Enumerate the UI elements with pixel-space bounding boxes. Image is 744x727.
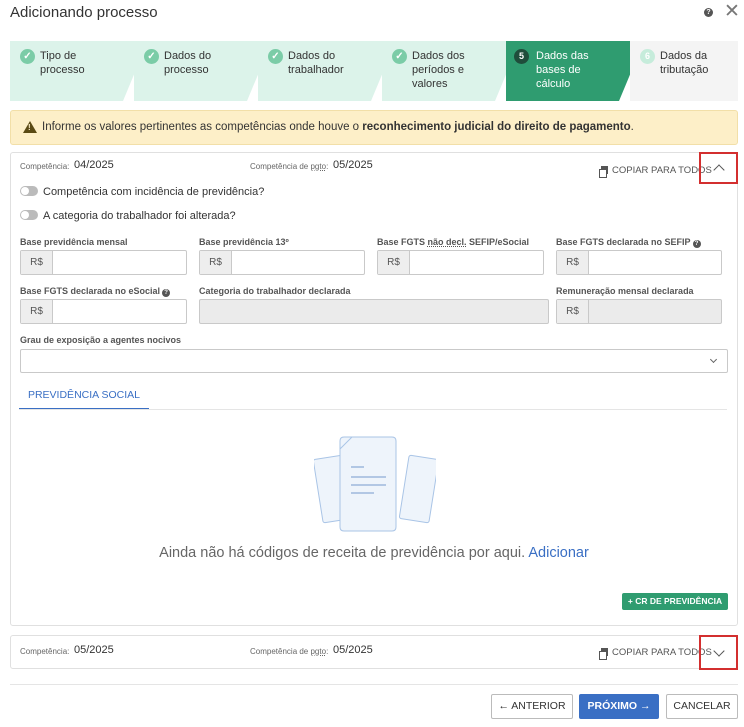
chevron-down-icon	[709, 355, 718, 364]
base-fgts-nao-decl-label: Base FGTS não decl. SEFIP/eSocial	[377, 237, 530, 247]
collapse-toggle-button[interactable]	[699, 152, 738, 184]
step-tipo-de-processo[interactable]: ✓ Tipo de processo	[10, 41, 148, 101]
competencia-value: 04/2025	[74, 159, 114, 171]
toggle-categoria-alterada[interactable]: A categoria do trabalhador foi alterada?	[20, 210, 236, 222]
categoria-field	[199, 299, 549, 324]
currency-prefix: R$	[557, 251, 589, 274]
remuneracao-label: Remuneração mensal declarada	[556, 286, 694, 296]
toggle-switch[interactable]	[20, 186, 38, 196]
competencia-pgto-value: 05/2025	[333, 159, 373, 171]
step-label: Dados das bases de cálculo	[536, 50, 589, 90]
base-prev-13-label: Base previdência 13º	[199, 237, 289, 247]
step-dados-periodos-valores[interactable]: ✓ Dados dos períodos e valores	[382, 41, 520, 101]
previous-button[interactable]: ← ANTERIOR	[491, 694, 573, 719]
empty-document-icon	[314, 436, 436, 532]
currency-prefix: R$	[21, 300, 53, 323]
tab-divider	[19, 409, 727, 410]
step-label: Tipo de processo	[40, 50, 85, 76]
check-icon: ✓	[20, 49, 35, 64]
currency-prefix: R$	[21, 251, 53, 274]
competencia-pgto-value: 05/2025	[333, 644, 373, 656]
wizard-stepper: ✓ Tipo de processo ✓ Dados do processo ✓…	[10, 41, 738, 101]
step-label: Dados do trabalhador	[288, 50, 344, 76]
competencia-pgto-label: Competência de pgto:	[250, 647, 329, 656]
check-icon: ✓	[268, 49, 283, 64]
categoria-label: Categoria do trabalhador declarada	[199, 286, 351, 296]
arrow-left-icon: ←	[498, 700, 512, 712]
chevron-up-icon	[713, 164, 725, 176]
footer-divider	[10, 684, 738, 685]
dialog-title: Adicionando processo	[10, 4, 158, 21]
toggle-switch[interactable]	[20, 210, 38, 220]
empty-state-text: Ainda não há códigos de receita de previ…	[159, 545, 589, 561]
help-icon[interactable]: ?	[692, 240, 701, 248]
info-alert: Informe os valores pertinentes as compet…	[10, 110, 738, 145]
close-icon[interactable]: ✕	[724, 1, 740, 23]
arrow-right-icon: →	[637, 700, 651, 712]
remuneracao-field: R$	[556, 299, 722, 324]
currency-prefix: R$	[378, 251, 410, 274]
next-button[interactable]: PRÓXIMO →	[579, 694, 659, 719]
base-fgts-esocial-label: Base FGTS declarada no eSocial?	[20, 286, 171, 297]
chevron-down-icon	[713, 645, 725, 657]
step-dados-bases-calculo[interactable]: 5 Dados das bases de cálculo	[506, 41, 644, 101]
grau-exposicao-label: Grau de exposição a agentes nocivos	[20, 335, 182, 345]
add-cr-previdencia-button[interactable]: + CR DE PREVIDÊNCIA	[622, 593, 728, 610]
competencia-label: Competência:	[20, 647, 70, 656]
step-label: Dados do processo	[164, 50, 212, 76]
help-icon[interactable]: ?	[704, 8, 713, 17]
step-number-badge: 5	[514, 49, 529, 64]
base-fgts-nao-decl-input[interactable]: R$	[377, 250, 544, 275]
competencia-pgto-label: Competência de pgto:	[250, 162, 329, 171]
add-link[interactable]: Adicionar	[528, 545, 588, 561]
step-label: Dados dos períodos e valores	[412, 50, 465, 90]
toggle-incidencia-previdencia[interactable]: Competência com incidência de previdênci…	[20, 186, 264, 198]
base-prev-13-input[interactable]: R$	[199, 250, 365, 275]
copy-icon	[599, 166, 608, 178]
alert-text: Informe os valores pertinentes as compet…	[42, 121, 634, 133]
help-icon[interactable]: ?	[162, 289, 171, 297]
base-fgts-sefip-input[interactable]: R$	[556, 250, 722, 275]
copy-to-all-button[interactable]: COPIAR PARA TODOS	[599, 165, 712, 178]
step-dados-tributacao[interactable]: 6 Dados da tributação	[630, 41, 738, 101]
warning-icon	[23, 121, 37, 133]
step-number-badge: 6	[640, 49, 655, 64]
competencia-label: Competência:	[20, 162, 70, 171]
copy-icon	[599, 648, 608, 660]
base-prev-mensal-input[interactable]: R$	[20, 250, 187, 275]
check-icon: ✓	[144, 49, 159, 64]
competencia-card-1: Competência: 04/2025 Competência de pgto…	[10, 152, 738, 626]
tab-previdencia-social[interactable]: PREVIDÊNCIA SOCIAL	[19, 383, 149, 410]
cancel-button[interactable]: CANCELAR	[666, 694, 738, 719]
dialog-header: Adicionando processo ? ✕	[0, 0, 744, 28]
grau-exposicao-select[interactable]	[20, 349, 728, 373]
step-label: Dados da tributação	[660, 50, 709, 76]
base-fgts-sefip-label: Base FGTS declarada no SEFIP?	[556, 237, 701, 248]
copy-to-all-button[interactable]: COPIAR PARA TODOS	[599, 647, 712, 660]
expand-toggle-button[interactable]	[699, 635, 738, 670]
currency-prefix: R$	[200, 251, 232, 274]
check-icon: ✓	[392, 49, 407, 64]
base-fgts-esocial-input[interactable]: R$	[20, 299, 187, 324]
step-dados-do-trabalhador[interactable]: ✓ Dados do trabalhador	[258, 41, 396, 101]
competencia-card-2: Competência: 05/2025 Competência de pgto…	[10, 635, 738, 670]
step-dados-do-processo[interactable]: ✓ Dados do processo	[134, 41, 272, 101]
base-prev-mensal-label: Base previdência mensal	[20, 237, 128, 247]
competencia-value: 05/2025	[74, 644, 114, 656]
currency-prefix: R$	[557, 300, 589, 323]
